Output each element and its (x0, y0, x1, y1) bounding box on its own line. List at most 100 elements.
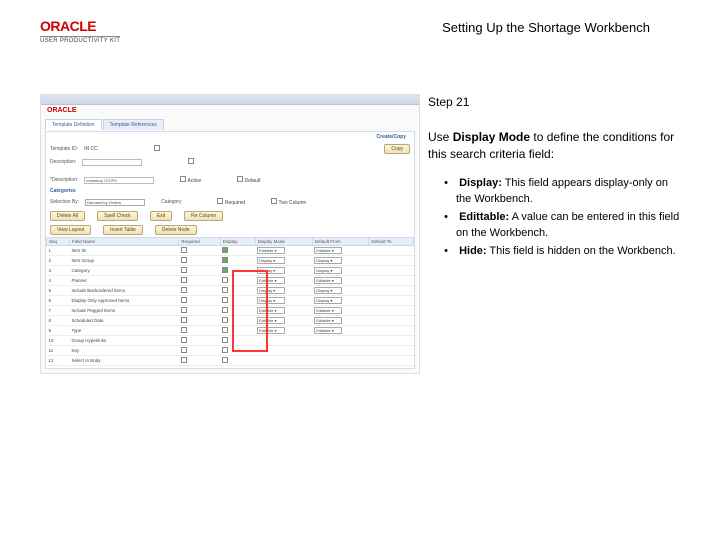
check-icon[interactable] (181, 247, 187, 253)
col-header: Default From (312, 238, 369, 246)
page-header: ORACLE USER PRODUCTIVITY KIT Setting Up … (0, 0, 720, 54)
col-header: Display Mode (255, 238, 312, 246)
mode-select[interactable]: Editable ▾ (314, 247, 342, 254)
oracle-logo: ORACLE USER PRODUCTIVITY KIT (40, 18, 120, 44)
tab-strip: Template Definition Template References (45, 119, 164, 130)
required-check[interactable] (217, 198, 223, 204)
check-icon[interactable] (181, 307, 187, 313)
check-icon[interactable] (222, 257, 228, 263)
mode-select[interactable]: Display ▾ (314, 287, 342, 294)
check-icon[interactable] (222, 247, 228, 253)
mode-select[interactable]: Display ▾ (314, 267, 342, 274)
check-icon[interactable] (222, 357, 228, 363)
copy-button[interactable]: Copy (384, 144, 410, 154)
step-number: Step 21 (428, 94, 680, 111)
tab-template-references[interactable]: Template References (103, 119, 164, 130)
spell-check-button[interactable]: Spell Check (97, 211, 138, 221)
mode-select[interactable]: Display ▾ (314, 297, 342, 304)
table-row: 1Item IDEditable ▾Editable ▾ (47, 246, 414, 256)
check-icon[interactable] (222, 267, 228, 273)
page-title: Setting Up the Shortage Workbench (442, 18, 680, 35)
check-icon[interactable] (181, 297, 187, 303)
selection-by-label: Selection By: (50, 199, 79, 205)
check-icon[interactable] (181, 287, 187, 293)
col-header: Seq (47, 238, 70, 246)
insert-table-button[interactable]: Insert Table (103, 225, 143, 235)
mode-select[interactable]: Editable ▾ (314, 307, 342, 314)
check-icon[interactable] (181, 357, 187, 363)
intro-paragraph: Use Display Mode to define the condition… (428, 129, 680, 163)
copy-radio-2[interactable] (188, 158, 194, 164)
check-icon[interactable] (222, 317, 228, 323)
check-icon[interactable] (222, 287, 228, 293)
check-icon[interactable] (181, 277, 187, 283)
app-screenshot: ORACLE Template Definition Template Refe… (40, 94, 420, 374)
bullet-list: • Display: This field appears display-on… (428, 176, 680, 260)
mode-select[interactable]: Editable ▾ (314, 327, 342, 334)
default-label: Default (245, 178, 261, 184)
table-row: 3CategoryDisplay ▾Display ▾ (47, 266, 414, 276)
table-row: 10Group Hyperlinks (47, 336, 414, 346)
categories-section: Categories (46, 186, 414, 196)
check-icon[interactable] (181, 317, 187, 323)
mode-select[interactable]: Editable ▾ (314, 277, 342, 284)
app-logo: ORACLE (47, 107, 77, 114)
copy-radio[interactable] (154, 145, 160, 151)
default-check[interactable] (237, 176, 243, 182)
exit-button[interactable]: Exit (150, 211, 172, 221)
view-layout-button[interactable]: View Layout (50, 225, 91, 235)
table-row: 7Include Pegged ItemsEditable ▾Editable … (47, 306, 414, 316)
check-icon[interactable] (222, 277, 228, 283)
check-icon[interactable] (181, 327, 187, 333)
re-column-button[interactable]: Re Column (184, 211, 223, 221)
main-content: ORACLE Template Definition Template Refe… (0, 94, 720, 374)
check-icon[interactable] (181, 347, 187, 353)
description-label: Description: (50, 159, 76, 165)
col-header: Display (220, 238, 255, 246)
table-row: 4PlannerEditable ▾Editable ▾ (47, 276, 414, 286)
mode-select[interactable]: Editable ▾ (257, 247, 285, 254)
mode-select[interactable]: Editable ▾ (314, 317, 342, 324)
product-text: USER PRODUCTIVITY KIT (40, 36, 120, 44)
delete-node-button[interactable]: Delete Node (155, 225, 197, 235)
mode-select[interactable]: Display ▾ (257, 257, 285, 264)
required-label: Required (225, 200, 245, 206)
intro-bold: Display Mode (453, 130, 530, 144)
two-column-check[interactable] (271, 198, 277, 204)
description-input[interactable] (82, 159, 142, 166)
active-check[interactable] (180, 176, 186, 182)
instruction-text: Step 21 Use Display Mode to define the c… (420, 94, 720, 374)
check-icon[interactable] (222, 337, 228, 343)
table-row: 2Item GroupDisplay ▾Display ▾ (47, 256, 414, 266)
brand-text: ORACLE (40, 18, 120, 34)
bullet-item: • Hide: This field is hidden on the Work… (434, 244, 680, 260)
check-icon[interactable] (222, 347, 228, 353)
check-icon[interactable] (222, 297, 228, 303)
table-row: 11Key (47, 346, 414, 356)
check-icon[interactable] (181, 257, 187, 263)
delete-all-button[interactable]: Delete All (50, 211, 85, 221)
screenshot-wrap: ORACLE Template Definition Template Refe… (0, 94, 420, 374)
check-icon[interactable] (222, 307, 228, 313)
table-row: 12Select In Body (47, 356, 414, 366)
category-label: Category (161, 199, 181, 205)
descr2-input[interactable]: Inventory IT/CPV (84, 177, 154, 184)
active-label: Active (187, 178, 201, 184)
fields-table: SeqField NameRequiredDisplayDisplay Mode… (46, 237, 414, 366)
check-icon[interactable] (222, 327, 228, 333)
two-column-label: Two Column (278, 200, 306, 206)
check-icon[interactable] (181, 337, 187, 343)
col-header: Default To (369, 238, 414, 246)
bullet-item: • Display: This field appears display-on… (434, 176, 680, 208)
table-row: 9TypeEditable ▾Editable ▾ (47, 326, 414, 336)
app-body: Create/Copy Template ID: IN CC Copy Desc… (45, 131, 415, 369)
descr2-label: *Description: (50, 177, 78, 183)
mode-select[interactable]: Display ▾ (314, 257, 342, 264)
template-id-label: Template ID: (50, 146, 78, 152)
selection-by-select[interactable]: Demand by Orders (85, 199, 145, 206)
create-copy-link[interactable]: Create/Copy (373, 132, 410, 142)
bullet-item: • Edittable: A value can be entered in t… (434, 210, 680, 242)
tab-template-definition[interactable]: Template Definition (45, 119, 102, 130)
check-icon[interactable] (181, 267, 187, 273)
intro-pre: Use (428, 130, 453, 144)
